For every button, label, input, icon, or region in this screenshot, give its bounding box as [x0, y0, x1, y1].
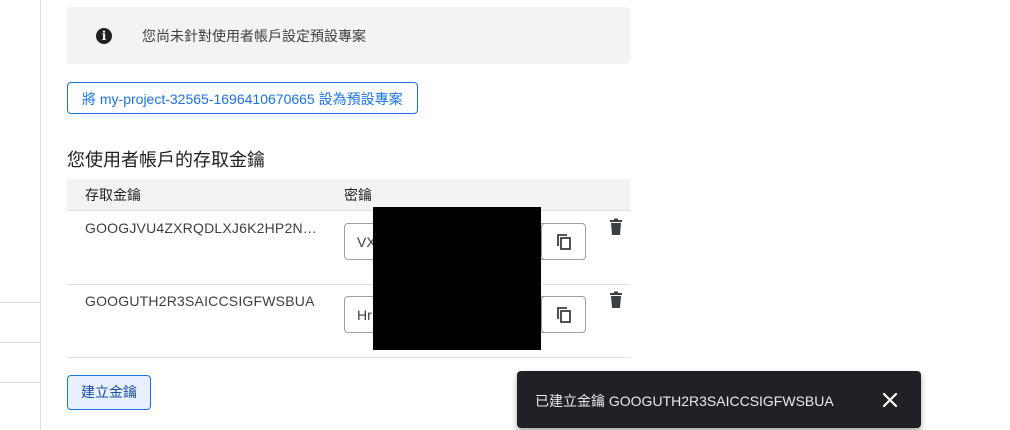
info-banner: i 您尚未針對使用者帳戶設定預設專案: [67, 7, 630, 64]
copy-button[interactable]: [541, 296, 586, 333]
snackbar-message: 已建立金鑰 GOOGUTH2R3SAICCSIGFWSBUA: [535, 393, 834, 409]
section-title: 您使用者帳戶的存取金鑰: [67, 150, 265, 170]
delete-button[interactable]: [605, 289, 627, 311]
column-header-access-key: 存取金鑰: [85, 187, 141, 203]
copy-button[interactable]: [541, 223, 586, 260]
copy-icon: [557, 234, 571, 250]
rail-divider: [0, 342, 40, 343]
left-nav-rail: [0, 0, 41, 430]
access-key-value: GOOGJVU4ZXRQDLXJ6K2HP2N…: [85, 220, 317, 236]
secret-value: Hr: [357, 307, 372, 323]
info-banner-text: 您尚未針對使用者帳戶設定預設專案: [142, 28, 366, 44]
access-key-value: GOOGUTH2R3SAICCSIGFWSBUA: [85, 293, 315, 309]
delete-button[interactable]: [605, 216, 627, 238]
close-icon: [882, 392, 898, 408]
snackbar: 已建立金鑰 GOOGUTH2R3SAICCSIGFWSBUA: [517, 371, 921, 428]
trash-icon: [610, 218, 622, 235]
table-row: GOOGJVU4ZXRQDLXJ6K2HP2N… VX: [67, 211, 630, 285]
table-header: 存取金鑰 密鑰: [67, 179, 630, 211]
snackbar-close-button[interactable]: [879, 389, 901, 411]
rail-divider: [0, 382, 40, 383]
redaction-block: [373, 207, 541, 350]
create-key-button[interactable]: 建立金鑰: [67, 375, 151, 410]
table-row: GOOGUTH2R3SAICCSIGFWSBUA Hr: [67, 284, 630, 358]
column-header-secret: 密鑰: [344, 187, 372, 203]
trash-icon: [610, 291, 622, 308]
set-default-project-button[interactable]: 將 my-project-32565-1696410670665 設為預設專案: [67, 82, 418, 114]
rail-divider: [0, 302, 40, 303]
copy-icon: [557, 307, 571, 323]
info-icon: i: [96, 28, 112, 44]
